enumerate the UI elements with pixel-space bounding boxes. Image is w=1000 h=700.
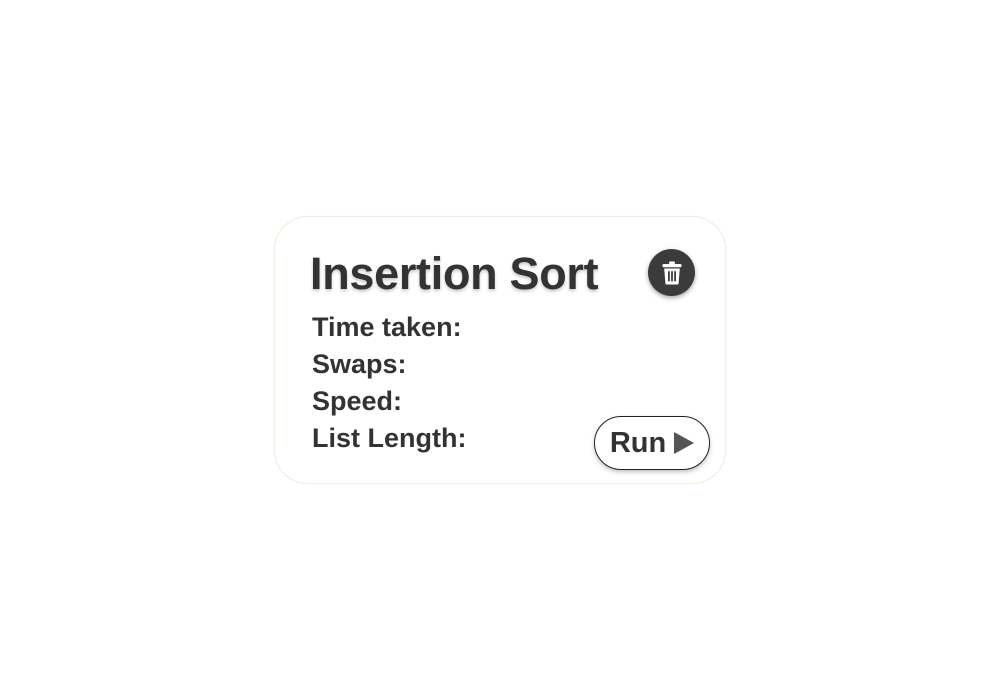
stat-time-taken: Time taken: xyxy=(312,309,472,346)
play-icon xyxy=(674,432,695,454)
stat-swaps: Swaps: xyxy=(312,346,472,383)
stat-label: Time taken: xyxy=(312,312,462,342)
delete-button[interactable] xyxy=(648,249,695,296)
stat-list-length: List Length: xyxy=(312,420,472,457)
algorithm-card: Insertion Sort Time taken: Swaps: Speed:… xyxy=(274,216,726,484)
stat-label: List Length: xyxy=(312,423,467,453)
trash-icon xyxy=(662,261,682,285)
stats-list: Time taken: Swaps: Speed: List Length: xyxy=(312,309,472,457)
stat-label: Speed: xyxy=(312,386,403,416)
card-title: Insertion Sort xyxy=(310,248,599,299)
stat-speed: Speed: xyxy=(312,383,472,420)
stat-label: Swaps: xyxy=(312,349,407,379)
run-button-label: Run xyxy=(609,426,667,459)
run-button[interactable]: Run xyxy=(594,416,710,470)
